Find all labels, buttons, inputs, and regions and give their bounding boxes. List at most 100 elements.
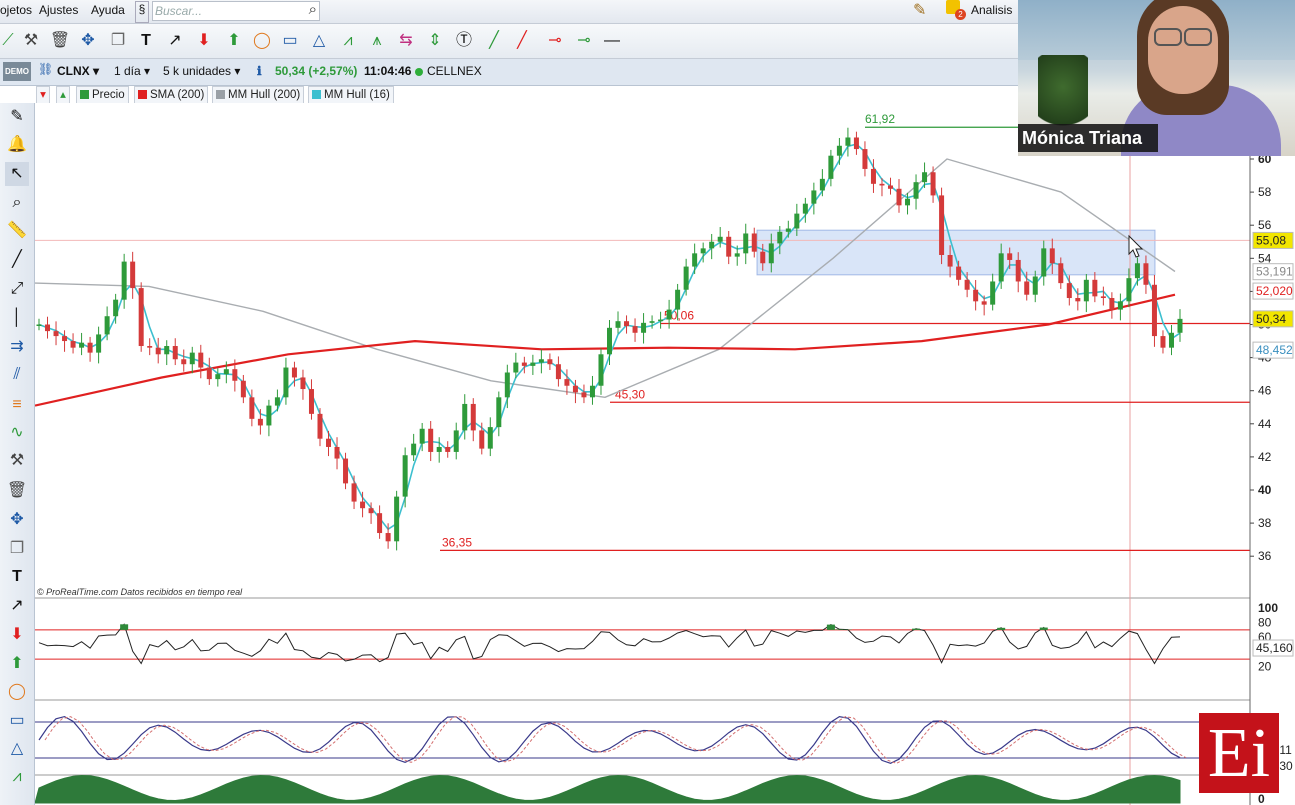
wave-icon[interactable]: ∿ [5, 421, 29, 445]
candle-body [1143, 263, 1149, 285]
ticker-select[interactable]: CLNX ▾ [57, 64, 99, 78]
line-tool-icon[interactable]: ╱ [5, 248, 29, 272]
text-sidebar-icon[interactable]: T [5, 565, 29, 589]
value-label: 50,34 [1256, 312, 1286, 326]
parallel-lines-icon[interactable]: ⫽ [5, 363, 29, 387]
legend-item-sma200[interactable]: SMA (200) [134, 86, 209, 104]
fibonacci-sidebar-icon[interactable]: ⩘ [5, 765, 29, 789]
menu-objetos[interactable]: ojetos [0, 3, 32, 17]
link-chain-icon[interactable]: ⛓ [38, 62, 53, 76]
ruler-icon[interactable]: 📏 [5, 219, 29, 243]
alert-bell-icon[interactable]: 🔔 [5, 133, 29, 157]
link-icon[interactable]: § [135, 1, 149, 23]
presenter-face [1148, 6, 1218, 94]
pencil-icon[interactable]: ✎ [5, 105, 29, 129]
ei-logo: Ei [1199, 713, 1279, 793]
channel-tool-icon[interactable]: ⇆ [394, 29, 418, 53]
candle-body [1049, 248, 1055, 264]
fibonacci-tool-icon[interactable]: ⩘ [336, 29, 360, 53]
candle-body [479, 430, 485, 449]
candle-body [504, 372, 510, 398]
green-hline-icon[interactable]: ⊸ [572, 29, 596, 53]
osc-value-label: 45,160 [1256, 641, 1293, 655]
trash-sidebar-icon[interactable]: 🗑 [5, 479, 29, 503]
ellipse-tool-icon[interactable]: ◯ [250, 29, 274, 53]
candle-body [164, 346, 170, 355]
ellipse-sidebar-icon[interactable]: ◯ [5, 680, 29, 704]
move-icon[interactable]: ✥ [76, 29, 100, 53]
candle-body [896, 188, 902, 206]
pencil-chart-icon[interactable]: ✎ [913, 0, 926, 20]
candle-body [215, 374, 221, 380]
green-line-icon[interactable]: ╱ [482, 29, 506, 53]
candle-body [607, 327, 612, 355]
menu-ajustes[interactable]: Ajustes [39, 3, 78, 17]
up-arrow-sidebar-icon[interactable]: ⬆ [5, 652, 29, 676]
candle-body [922, 172, 928, 183]
timeframe-select[interactable]: 1 día ▾ [114, 64, 150, 78]
candle-body [96, 334, 102, 353]
glasses-icon [1184, 28, 1212, 46]
legend-item-hull16[interactable]: MM Hull (16) [308, 86, 394, 104]
source-note: © ProRealTime.com Datos recibidos en tie… [37, 587, 243, 597]
search-placeholder: Buscar... [155, 4, 202, 18]
time-tool-icon[interactable]: Ⓣ [452, 29, 476, 53]
legend-item-hull200[interactable]: MM Hull (200) [212, 86, 305, 104]
copy-icon[interactable]: ❐ [106, 29, 130, 53]
info-icon[interactable]: ℹ [257, 64, 262, 78]
channel-icon[interactable]: ⇉ [5, 335, 29, 359]
collapse-down-icon[interactable]: ▾ [36, 86, 50, 104]
text-tool-icon[interactable]: T [134, 29, 158, 53]
black-hline-icon[interactable]: — [600, 29, 624, 53]
up-arrow-icon[interactable]: ⬆ [222, 29, 246, 53]
left-tool-sidebar: ✎ 🔔 ↖ ⌕ 📏 ╱ ⤢ │ ⇉ ⫽ ≡ ∿ ⚒ 🗑 ✥ ❐ T ↗ ⬇ ⬆ … [0, 103, 35, 805]
osc-tick-label: 20 [1258, 659, 1272, 673]
trendline-tool-icon[interactable]: ⟋ [0, 29, 20, 53]
trash-icon[interactable]: 🗑 [48, 29, 72, 53]
menu-analisis[interactable]: Analisis [971, 3, 1012, 17]
candle-body [79, 342, 85, 348]
legend-item-precio[interactable]: Precio [76, 86, 129, 104]
segment-tool-icon[interactable]: ⤢ [5, 277, 29, 301]
fibonacci-icon[interactable]: ≡ [5, 393, 29, 417]
tools-icon[interactable]: ⚒ [19, 29, 43, 53]
candle-body [130, 261, 136, 289]
cursor-icon[interactable]: ↖ [5, 162, 29, 186]
down-arrow-icon[interactable]: ⬇ [192, 29, 216, 53]
vertical-line-icon[interactable]: │ [5, 306, 29, 330]
candle-body [147, 346, 153, 348]
collapse-up-icon[interactable]: ▴ [56, 86, 70, 104]
down-arrow-sidebar-icon[interactable]: ⬇ [5, 623, 29, 647]
candle-body [1134, 263, 1140, 279]
candle-body [1041, 248, 1047, 277]
rectangle-tool-icon[interactable]: ▭ [278, 29, 302, 53]
pattern-tool-icon[interactable]: ⩚ [365, 29, 389, 53]
red-hline-icon[interactable]: ⊸ [543, 29, 567, 53]
price-chart[interactable]: 61,9250,0645,3036,35© ProRealTime.com Da… [35, 103, 1295, 805]
triangle-tool-icon[interactable]: △ [307, 29, 331, 53]
vertical-measure-icon[interactable]: ⇕ [423, 29, 447, 53]
candle-body [377, 513, 383, 534]
triangle-sidebar-icon[interactable]: △ [5, 737, 29, 761]
candle-body [615, 321, 621, 328]
candle-body [1177, 318, 1183, 333]
search-icon[interactable]: ⌕ [309, 1, 317, 18]
candle-body [36, 324, 42, 326]
tools-sidebar-icon[interactable]: ⚒ [5, 449, 29, 473]
candle-body [658, 319, 664, 322]
units-select[interactable]: 5 k unidades ▾ [163, 64, 240, 78]
search-box[interactable]: Buscar... ⌕ [152, 1, 320, 21]
arrow-tool-icon[interactable]: ↗ [163, 29, 187, 53]
candle-body [274, 397, 280, 406]
candle-body [930, 172, 936, 196]
arrow-sidebar-icon[interactable]: ↗ [5, 594, 29, 618]
red-line-icon[interactable]: ╱ [510, 29, 534, 53]
menu-ayuda[interactable]: Ayuda [91, 3, 125, 17]
candle-body [1160, 336, 1166, 348]
zoom-icon[interactable]: ⌕ [5, 191, 29, 215]
move-sidebar-icon[interactable]: ✥ [5, 508, 29, 532]
copy-sidebar-icon[interactable]: ❐ [5, 537, 29, 561]
rectangle-sidebar-icon[interactable]: ▭ [5, 709, 29, 733]
candle-body [870, 168, 876, 184]
legend-label: MM Hull (200) [228, 89, 301, 101]
